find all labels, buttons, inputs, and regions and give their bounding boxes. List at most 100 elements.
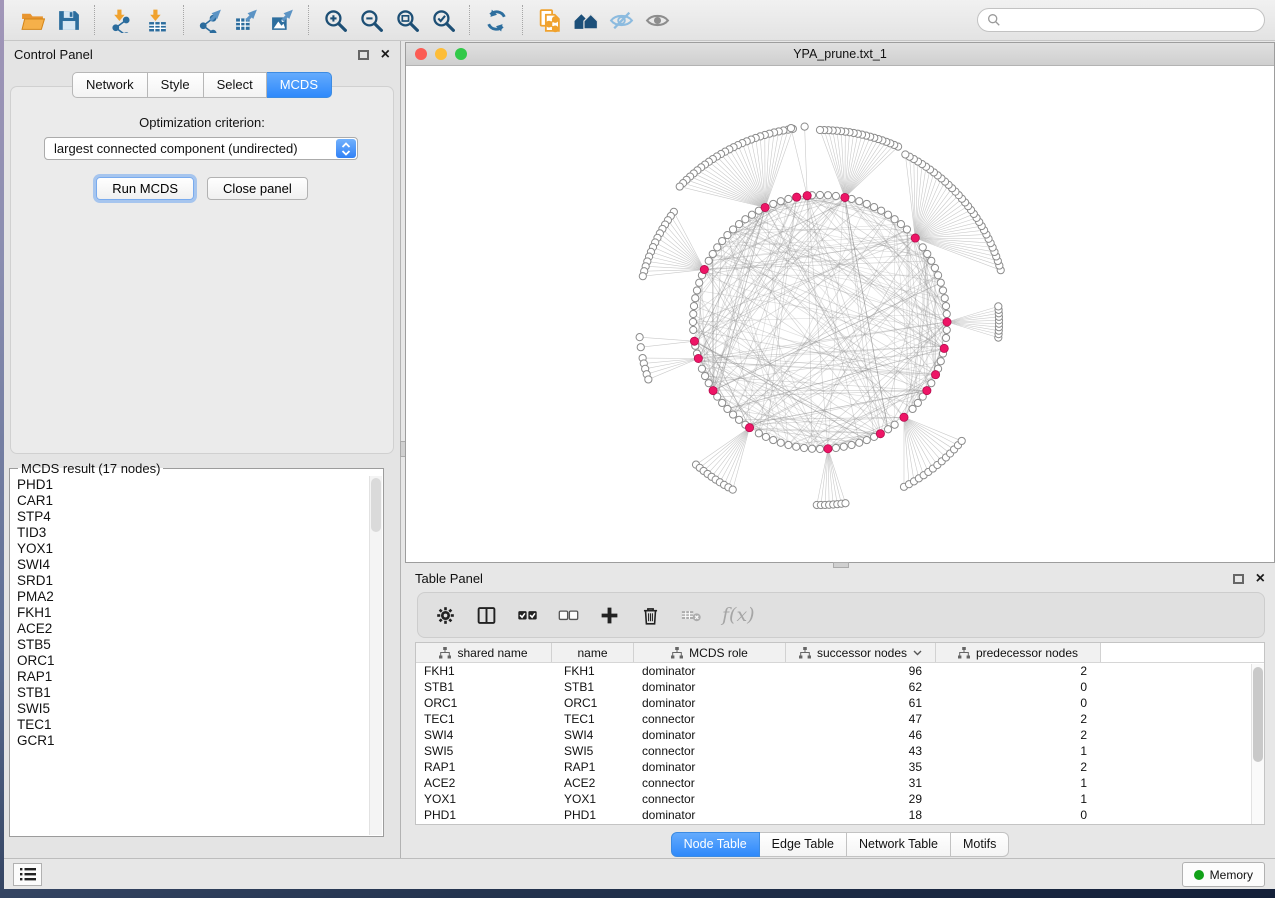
- tab-network[interactable]: Network: [72, 72, 148, 98]
- zoom-in-icon: [323, 8, 348, 33]
- main-toolbar: [4, 0, 1275, 41]
- network-window-titlebar[interactable]: YPA_prune.txt_1: [406, 43, 1274, 66]
- zoom-fit-button[interactable]: [389, 4, 425, 36]
- table-rows: FKH1FKH1dominator962STB1STB1dominator620…: [416, 663, 1264, 823]
- table-row[interactable]: ACE2ACE2connector311: [416, 775, 1264, 791]
- add-column-button[interactable]: [599, 605, 620, 626]
- import-table-button[interactable]: [139, 4, 175, 36]
- mcds-result-item[interactable]: ACE2: [17, 621, 369, 637]
- save-session-button[interactable]: [50, 4, 86, 36]
- mcds-result-item[interactable]: STB5: [17, 637, 369, 653]
- mcds-result-item[interactable]: STP4: [17, 509, 369, 525]
- open-session-button[interactable]: [14, 4, 50, 36]
- mcds-panel: Optimization criterion: largest connecte…: [10, 86, 394, 454]
- mcds-result-item[interactable]: SWI5: [17, 701, 369, 717]
- tab-motifs[interactable]: Motifs: [951, 832, 1009, 857]
- first-neighbors-button[interactable]: [567, 4, 603, 36]
- mcds-result-item[interactable]: GCR1: [17, 733, 369, 749]
- first-neighbors-icon: [573, 8, 598, 33]
- mcds-result-item[interactable]: FKH1: [17, 605, 369, 621]
- table-row[interactable]: SWI4SWI4dominator462: [416, 727, 1264, 743]
- import-network-button[interactable]: [103, 4, 139, 36]
- zoom-in-button[interactable]: [317, 4, 353, 36]
- table-row[interactable]: YOX1YOX1connector291: [416, 791, 1264, 807]
- zoom-out-button[interactable]: [353, 4, 389, 36]
- close-panel-button[interactable]: Close panel: [207, 177, 308, 200]
- table-row[interactable]: TEC1TEC1connector472: [416, 711, 1264, 727]
- close-table-panel-icon[interactable]: ×: [1256, 574, 1265, 584]
- mcds-result-item[interactable]: PMA2: [17, 589, 369, 605]
- mcds-result-item[interactable]: RAP1: [17, 669, 369, 685]
- mcds-result-list[interactable]: PHD1CAR1STP4TID3YOX1SWI4SRD1PMA2FKH1ACE2…: [11, 476, 369, 835]
- mcds-result-item[interactable]: PHD1: [17, 477, 369, 493]
- horizontal-splitter-handle[interactable]: [833, 562, 849, 568]
- select-all-button[interactable]: [517, 605, 538, 626]
- run-mcds-button[interactable]: Run MCDS: [96, 177, 194, 200]
- settings-gear-button[interactable]: [435, 605, 456, 626]
- table-row[interactable]: RAP1RAP1dominator352: [416, 759, 1264, 775]
- network-canvas[interactable]: [406, 66, 1274, 562]
- cell-name: SWI4: [552, 727, 634, 743]
- cell-shared-name: YOX1: [416, 791, 552, 807]
- deselect-all-button[interactable]: [558, 605, 579, 626]
- hide-selected-button[interactable]: [603, 4, 639, 36]
- column-header-predecessor-nodes[interactable]: predecessor nodes: [936, 643, 1101, 662]
- task-history-button[interactable]: [13, 863, 42, 886]
- mcds-result-item[interactable]: TID3: [17, 525, 369, 541]
- column-label: successor nodes: [817, 646, 907, 660]
- toolbar-separator: [469, 5, 470, 35]
- show-all-button[interactable]: [639, 4, 675, 36]
- toggle-panes-button[interactable]: [476, 605, 497, 626]
- column-header-successor-nodes[interactable]: successor nodes: [786, 643, 936, 662]
- control-panel: Control Panel × NetworkStyleSelectMCDS O…: [4, 41, 401, 858]
- close-panel-icon[interactable]: ×: [381, 50, 390, 60]
- tab-edge-table[interactable]: Edge Table: [760, 832, 847, 857]
- zoom-selected-button[interactable]: [425, 4, 461, 36]
- tab-network-table[interactable]: Network Table: [847, 832, 951, 857]
- tab-node-table[interactable]: Node Table: [671, 832, 760, 857]
- memory-status-icon: [1194, 870, 1204, 880]
- float-table-panel-icon[interactable]: [1233, 574, 1244, 584]
- table-row[interactable]: STB1STB1dominator620: [416, 679, 1264, 695]
- table-row[interactable]: PHD1PHD1dominator180: [416, 807, 1264, 823]
- column-header-MCDS-role[interactable]: MCDS role: [634, 643, 786, 662]
- toolbar-icon-groups: [14, 4, 675, 36]
- mcds-result-item[interactable]: TEC1: [17, 717, 369, 733]
- export-table-button[interactable]: [228, 4, 264, 36]
- table-row[interactable]: FKH1FKH1dominator962: [416, 663, 1264, 679]
- duplicate-network-button[interactable]: [531, 4, 567, 36]
- node-table: shared namenameMCDS role successor nodes p…: [415, 642, 1265, 825]
- table-row[interactable]: SWI5SWI5connector431: [416, 743, 1264, 759]
- tab-style[interactable]: Style: [148, 72, 204, 98]
- result-list-scrollbar[interactable]: [369, 476, 382, 835]
- float-panel-icon[interactable]: [358, 50, 369, 60]
- table-header-row: shared namenameMCDS role successor nodes p…: [416, 643, 1264, 663]
- table-scrollbar[interactable]: [1251, 664, 1264, 824]
- tab-select[interactable]: Select: [204, 72, 267, 98]
- cell-shared-name: RAP1: [416, 759, 552, 775]
- mcds-result-item[interactable]: CAR1: [17, 493, 369, 509]
- cell-name: STB1: [552, 679, 634, 695]
- refresh-button[interactable]: [478, 4, 514, 36]
- table-row[interactable]: ORC1ORC1dominator610: [416, 695, 1264, 711]
- memory-button[interactable]: Memory: [1182, 862, 1265, 887]
- mcds-result-item[interactable]: YOX1: [17, 541, 369, 557]
- table-tabs: Node TableEdge TableNetwork TableMotifs: [405, 832, 1275, 857]
- export-image-button[interactable]: [264, 4, 300, 36]
- delete-column-icon: [640, 605, 661, 626]
- mcds-result-item[interactable]: ORC1: [17, 653, 369, 669]
- column-header-name[interactable]: name: [552, 643, 634, 662]
- mcds-result-item[interactable]: SWI4: [17, 557, 369, 573]
- control-panel-title: Control Panel: [14, 47, 93, 62]
- export-network-button[interactable]: [192, 4, 228, 36]
- show-all-icon: [645, 8, 670, 33]
- criterion-select[interactable]: largest connected component (undirected): [44, 137, 358, 160]
- criterion-value: largest connected component (undirected): [54, 141, 298, 156]
- table-toolbar: f(x): [417, 592, 1265, 638]
- mcds-result-item[interactable]: SRD1: [17, 573, 369, 589]
- column-header-shared-name[interactable]: shared name: [416, 643, 552, 662]
- delete-column-button[interactable]: [640, 605, 661, 626]
- mcds-result-item[interactable]: STB1: [17, 685, 369, 701]
- search-input[interactable]: [1007, 12, 1255, 28]
- tab-mcds[interactable]: MCDS: [267, 72, 332, 98]
